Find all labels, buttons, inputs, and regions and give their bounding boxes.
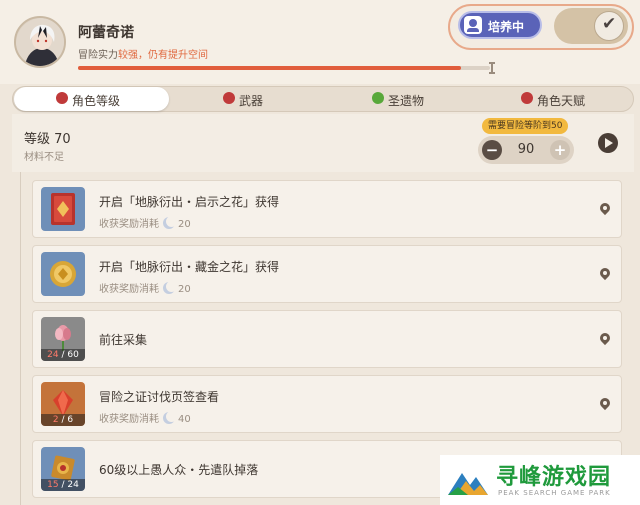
task-title: 开启「地脉衍出・启示之花」获得 bbox=[99, 195, 280, 209]
count-total: / 60 bbox=[61, 350, 79, 360]
requirement-badge: 需要冒险等阶到50 bbox=[482, 118, 569, 134]
gold-coin-icon bbox=[41, 252, 85, 296]
tab-weapon[interactable]: 武器 bbox=[173, 87, 323, 111]
checkmark-icon: ✔ bbox=[602, 14, 617, 34]
tab-label: 武器 bbox=[239, 94, 264, 108]
reward-label: 收获奖励消耗 bbox=[99, 219, 159, 230]
task-item[interactable]: 2 / 6 冒险之证讨伐页签查看 收获奖励消耗 40 bbox=[32, 375, 622, 433]
switch-knob: ✔ bbox=[594, 11, 624, 41]
site-watermark: 寻峰游戏园 PEAK SEARCH GAME PARK bbox=[440, 455, 640, 505]
adventure-strength-value: 较强，仍有提升空间 bbox=[118, 50, 208, 61]
decrease-level-button[interactable]: − bbox=[482, 140, 502, 160]
location-pin-icon[interactable] bbox=[599, 268, 611, 282]
red-book-icon bbox=[41, 187, 85, 231]
play-arrow-button[interactable] bbox=[598, 133, 618, 153]
adventure-strength-line: 冒险实力较强，仍有提升空间 bbox=[78, 46, 208, 61]
list-divider bbox=[20, 172, 21, 505]
training-status-button[interactable]: 培养中 bbox=[458, 11, 542, 39]
count-current: 15 bbox=[47, 480, 59, 490]
character-name: 阿蕾奇诺 bbox=[78, 25, 134, 41]
resin-moon-icon bbox=[163, 411, 177, 424]
count-current: 2 bbox=[52, 415, 59, 425]
tab-label: 角色等级 bbox=[72, 94, 121, 108]
character-avatar[interactable] bbox=[14, 16, 66, 68]
category-tabs: 角色等级 武器 圣遗物 角色天赋 bbox=[12, 86, 634, 112]
reward-value: 40 bbox=[178, 414, 191, 425]
adventure-progress-fill bbox=[78, 66, 462, 70]
count-total: / 24 bbox=[61, 480, 79, 490]
task-item[interactable]: 24 / 60 前往采集 bbox=[32, 310, 622, 368]
reward-value: 20 bbox=[178, 284, 191, 295]
resin-moon-icon bbox=[163, 281, 177, 294]
task-item[interactable]: 开启「地脉衍出・藏金之花」获得 收获奖励消耗 20 bbox=[32, 245, 622, 303]
task-count: 15 / 24 bbox=[41, 479, 85, 491]
task-count: 2 / 6 bbox=[41, 414, 85, 426]
red-gem-icon: 2 / 6 bbox=[41, 382, 85, 426]
reward-value: 20 bbox=[178, 219, 191, 230]
red-badge-icon bbox=[56, 92, 68, 104]
gold-insignia-icon: 15 / 24 bbox=[41, 447, 85, 491]
increase-level-button[interactable]: + bbox=[550, 140, 570, 160]
task-reward: 收获奖励消耗 20 bbox=[99, 280, 191, 295]
location-pin-icon[interactable] bbox=[599, 203, 611, 217]
level-panel: 等级 70 材料不足 需要冒险等阶到50 − 90 + bbox=[12, 114, 634, 172]
green-check-icon bbox=[372, 92, 384, 104]
task-reward: 收获奖励消耗 40 bbox=[99, 410, 191, 425]
task-title: 60级以上愚人众・先遣队掉落 bbox=[99, 463, 259, 477]
resin-moon-icon bbox=[163, 216, 177, 229]
tab-label: 圣遗物 bbox=[388, 94, 425, 108]
task-title: 前往采集 bbox=[99, 333, 148, 347]
material-status: 材料不足 bbox=[24, 152, 64, 163]
red-badge-icon bbox=[223, 92, 235, 104]
task-title: 开启「地脉衍出・藏金之花」获得 bbox=[99, 260, 280, 274]
task-title: 冒险之证讨伐页签查看 bbox=[99, 390, 220, 404]
tab-label: 角色天赋 bbox=[537, 94, 586, 108]
reward-label: 收获奖励消耗 bbox=[99, 284, 159, 295]
training-switch[interactable]: ✔ bbox=[554, 8, 628, 44]
location-pin-icon[interactable] bbox=[599, 398, 611, 412]
tab-talent[interactable]: 角色天赋 bbox=[475, 87, 633, 111]
avatar-portrait-icon bbox=[16, 18, 64, 66]
tab-artifact[interactable]: 圣遗物 bbox=[325, 87, 475, 111]
adventure-label: 冒险实力 bbox=[78, 50, 118, 61]
count-current: 24 bbox=[47, 350, 59, 360]
watermark-name: 寻峰游戏园 bbox=[496, 465, 612, 490]
target-level-value[interactable]: 90 bbox=[508, 142, 544, 157]
reward-label: 收获奖励消耗 bbox=[99, 414, 159, 425]
target-level-stepper: − 90 + bbox=[478, 136, 574, 164]
progress-end-marker-icon bbox=[489, 62, 495, 74]
training-person-icon bbox=[464, 16, 482, 34]
current-level: 等级 70 bbox=[24, 132, 71, 147]
character-header: 阿蕾奇诺 冒险实力较强，仍有提升空间 培养中 ✔ bbox=[0, 0, 640, 84]
task-reward: 收获奖励消耗 20 bbox=[99, 215, 191, 230]
red-badge-icon bbox=[521, 92, 533, 104]
peak-logo-icon bbox=[448, 473, 488, 495]
count-total: / 6 bbox=[61, 415, 74, 425]
task-item[interactable]: 开启「地脉衍出・启示之花」获得 收获奖励消耗 20 bbox=[32, 180, 622, 238]
tab-character-level[interactable]: 角色等级 bbox=[14, 87, 169, 111]
watermark-subtitle: PEAK SEARCH GAME PARK bbox=[498, 489, 611, 497]
task-count: 24 / 60 bbox=[41, 349, 85, 361]
adventure-progress-bar bbox=[78, 66, 490, 70]
pink-flower-icon: 24 / 60 bbox=[41, 317, 85, 361]
training-status-label: 培养中 bbox=[488, 20, 525, 34]
location-pin-icon[interactable] bbox=[599, 333, 611, 347]
